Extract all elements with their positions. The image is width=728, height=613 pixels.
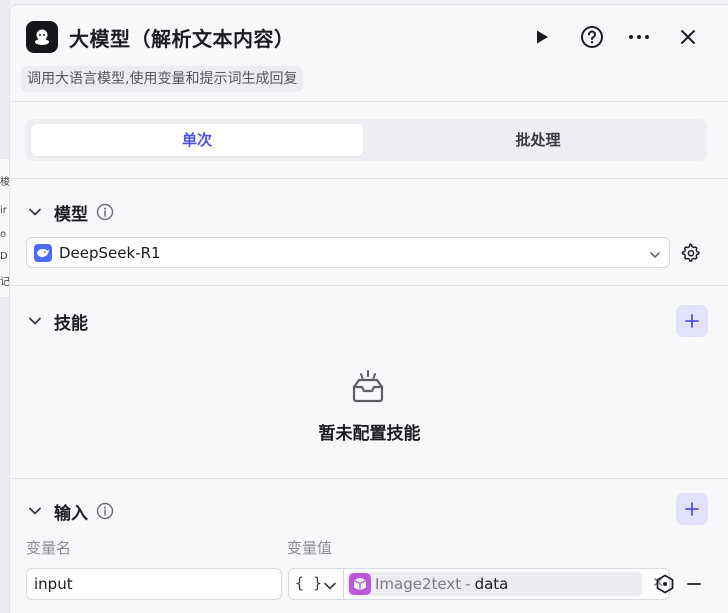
node-config-panel: 大模型（解析文本内容） 调用大语言模型,使用变量和提示词生成回复 单次 批处理 [9,4,728,613]
more-icon [629,35,649,39]
canvas-fragment-text: D [0,251,8,262]
more-button[interactable] [625,23,653,51]
canvas-fragment-text: ir [0,205,7,216]
model-settings-button[interactable] [680,242,702,264]
llm-node-icon [26,21,58,53]
panel-header: 大模型（解析文本内容） 调用大语言模型,使用变量和提示词生成回复 [10,5,728,102]
canvas-fragment-text: o [0,229,7,240]
reference-node-name: Image2text [375,575,462,593]
reference-separator: - [465,575,471,593]
node-description[interactable]: 调用大语言模型,使用变量和提示词生成回复 [21,66,304,92]
variable-type-select[interactable]: { } [288,568,344,600]
variable-reference-button[interactable] [654,573,676,595]
mode-tabs: 单次 批处理 [25,119,707,161]
help-button[interactable] [578,23,606,51]
skills-section-header: 技能 [26,309,88,334]
gear-icon [681,243,700,262]
chevron-down-icon [323,578,337,597]
column-header-name: 变量名 [26,539,72,557]
model-select[interactable]: DeepSeek-R1 [26,237,670,268]
variable-name-input[interactable]: input [26,568,282,600]
run-button[interactable] [528,23,556,51]
llm-logo-icon [35,29,49,45]
empty-inbox-icon [352,370,384,403]
close-button[interactable] [674,23,702,51]
cube-icon [349,573,371,595]
object-type-icon: { } [295,574,323,592]
info-icon[interactable] [96,203,114,221]
model-section-header: 模型 [26,200,114,225]
input-section-label: 输入 [54,503,88,524]
model-section-label: 模型 [54,204,88,225]
close-icon [681,30,695,44]
variable-reference-tag[interactable]: Image2text - data ✕ [347,572,664,596]
add-input-button[interactable] [676,493,708,525]
plus-icon [685,314,699,328]
column-header-value: 变量值 [287,539,333,557]
divider [10,478,728,479]
divider [10,178,728,179]
info-icon[interactable] [96,502,114,520]
remove-input-button[interactable] [683,573,705,595]
help-icon [581,26,603,48]
selected-model: DeepSeek-R1 [59,244,161,262]
collapse-chevron-icon[interactable] [26,502,44,520]
collapse-chevron-icon[interactable] [26,312,44,330]
tab-batch[interactable]: 批处理 [375,124,701,156]
input-section-header: 输入 [26,499,114,524]
add-skill-button[interactable] [676,305,708,337]
play-icon [537,30,548,44]
collapse-chevron-icon[interactable] [26,203,44,221]
deepseek-logo-icon [34,244,52,262]
reference-field-name: data [474,575,509,593]
tab-single[interactable]: 单次 [31,124,363,156]
skills-section-label: 技能 [54,313,88,334]
reference-picker-icon [656,574,674,594]
chevron-down-icon [649,246,661,265]
divider [10,285,728,286]
plus-icon [685,502,699,516]
node-title[interactable]: 大模型（解析文本内容） [69,23,295,52]
minus-icon [687,583,701,585]
variable-value-field[interactable]: Image2text - data ✕ [343,568,670,600]
skills-empty-text: 暂未配置技能 [318,424,421,444]
